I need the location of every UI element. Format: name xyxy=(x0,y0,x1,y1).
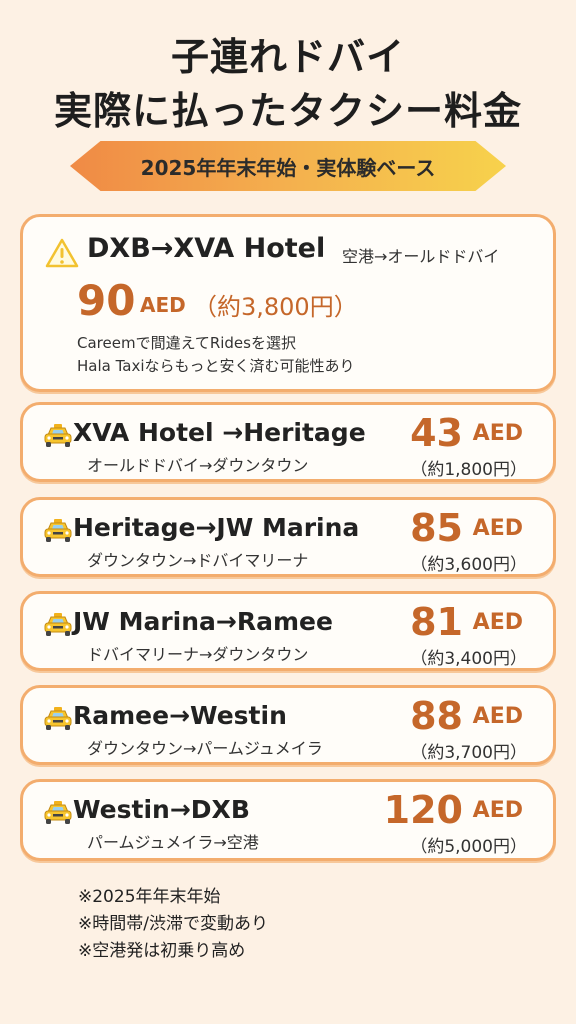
price-unit: AED xyxy=(472,798,523,823)
page-title-line2: 実際に払ったタクシー料金 xyxy=(53,89,522,133)
route-label: Westin→DXB xyxy=(73,795,250,824)
fare-card: Heritage→JW Marina ダウンタウン→ドバイマリーナ 85 AED… xyxy=(20,497,556,577)
warning-icon xyxy=(45,238,79,268)
fare-card: XVA Hotel →Heritage オールドドバイ→ダウンタウン 43 AE… xyxy=(20,402,556,482)
route-sub-label: オールドドバイ→ダウンタウン xyxy=(87,456,309,475)
note-line: Careemで間違えてRidesを選択 xyxy=(77,334,296,352)
taxi-icon xyxy=(44,707,72,730)
note-line: Hala Taxiならもっと安く済む可能性あり xyxy=(77,357,355,375)
route-label: XVA Hotel →Heritage xyxy=(73,418,366,447)
footnotes: ※2025年年末年始 ※時間帯/渋滞で変動あり ※空港発は初乗り高め xyxy=(78,884,268,965)
page-title-line1: 子連れドバイ xyxy=(170,35,405,79)
subtitle-ribbon: 2025年年末年始・実体験ベース xyxy=(70,141,506,191)
price-unit: AED xyxy=(472,516,523,541)
price-unit: AED xyxy=(472,704,523,729)
route-sub-label: パームジュメイラ→空港 xyxy=(87,833,259,852)
ribbon-label: 2025年年末年始・実体験ベース xyxy=(140,155,436,180)
route-label: DXB→XVA Hotel xyxy=(87,233,326,264)
price-value: 88 xyxy=(410,694,463,738)
price-unit: AED xyxy=(472,421,523,446)
footnote: ※空港発は初乗り高め xyxy=(78,941,246,961)
price-yen: （約5,000円） xyxy=(410,837,527,857)
route-sub-label: ダウンタウン→ドバイマリーナ xyxy=(87,551,309,570)
price-yen: （約3,600円） xyxy=(410,555,527,575)
price-unit: AED xyxy=(472,610,523,635)
route-label: JW Marina→Ramee xyxy=(73,607,333,636)
fare-card-featured: DXB→XVA Hotel 空港→オールドドバイ 90 AED （約3,800円… xyxy=(20,214,556,392)
price-value: 85 xyxy=(410,506,463,550)
route-sub-label: 空港→オールドドバイ xyxy=(342,247,500,266)
price-yen: （約3,400円） xyxy=(410,649,527,669)
price-unit: AED xyxy=(140,293,186,317)
fare-card: Westin→DXB パームジュメイラ→空港 120 AED （約5,000円） xyxy=(20,779,556,861)
footnote: ※2025年年末年始 xyxy=(78,887,221,907)
price-value: 90 xyxy=(77,276,136,325)
fare-card: Ramee→Westin ダウンタウン→パームジュメイラ 88 AED （約3,… xyxy=(20,685,556,765)
taxi-icon xyxy=(44,424,72,447)
route-sub-label: ダウンタウン→パームジュメイラ xyxy=(87,739,323,758)
price-yen: （約3,800円） xyxy=(193,293,358,321)
price-yen: （約1,800円） xyxy=(410,460,527,480)
route-sub-label: ドバイマリーナ→ダウンタウン xyxy=(87,645,309,664)
price-value: 81 xyxy=(410,600,463,644)
price-value: 43 xyxy=(410,411,463,455)
fare-card: JW Marina→Ramee ドバイマリーナ→ダウンタウン 81 AED （約… xyxy=(20,591,556,671)
taxi-icon xyxy=(44,801,72,824)
route-label: Heritage→JW Marina xyxy=(73,513,360,542)
footnote: ※時間帯/渋滞で変動あり xyxy=(78,914,268,934)
taxi-icon xyxy=(44,613,72,636)
taxi-icon xyxy=(44,519,72,542)
route-label: Ramee→Westin xyxy=(73,701,287,730)
price-yen: （約3,700円） xyxy=(410,743,527,763)
price-value: 120 xyxy=(383,788,463,832)
